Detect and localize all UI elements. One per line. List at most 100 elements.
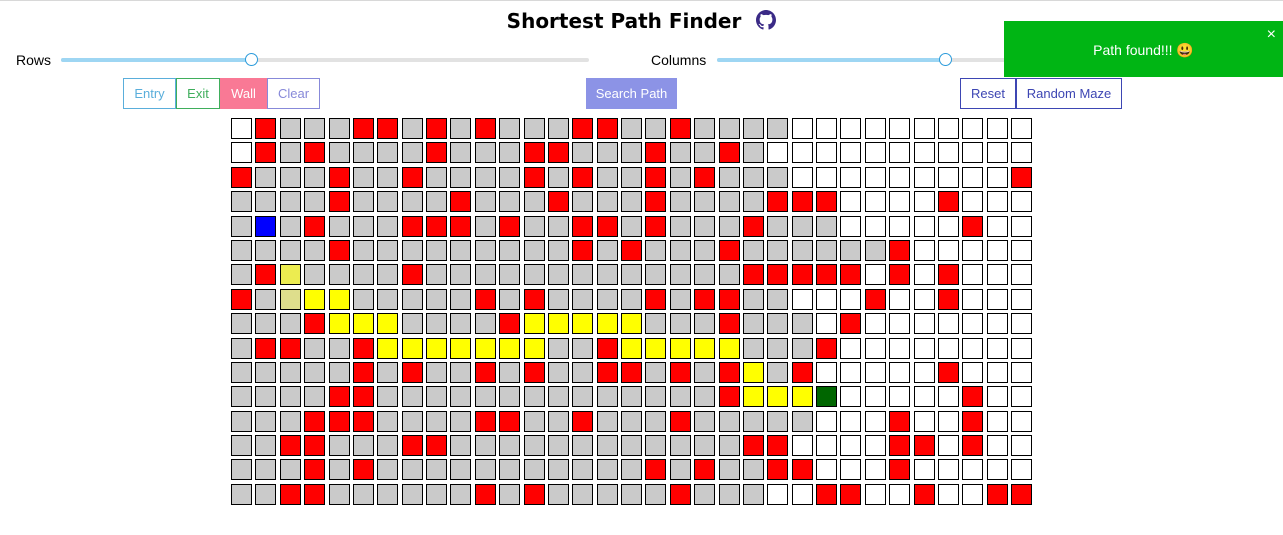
grid-cell-visited[interactable] [523, 264, 545, 286]
grid-cell-unvisited[interactable] [1011, 459, 1032, 481]
grid-cell-wall[interactable] [255, 264, 277, 286]
grid-cell-wall[interactable] [231, 288, 252, 310]
grid-cell-visited[interactable] [474, 264, 496, 286]
grid-cell-wall[interactable] [474, 288, 496, 310]
grid-cell-visited[interactable] [279, 361, 301, 383]
grid-cell-wall[interactable] [572, 239, 594, 261]
grid-cell-unvisited[interactable] [962, 191, 984, 213]
grid-cell-unvisited[interactable] [962, 288, 984, 310]
grid-cell-visited[interactable] [426, 288, 447, 310]
grid-cell-path[interactable] [304, 288, 326, 310]
grid-cell-visited[interactable] [572, 337, 594, 359]
grid-cell-unvisited[interactable] [986, 118, 1008, 139]
grid-cell-visited[interactable] [426, 459, 447, 481]
grid-cell-unvisited[interactable] [840, 191, 862, 213]
grid-cell-wall[interactable] [328, 191, 350, 213]
grid-cell-wall[interactable] [718, 386, 740, 408]
grid-cell-visited[interactable] [767, 239, 789, 261]
grid-cell-visited[interactable] [377, 264, 399, 286]
grid-cell-visited[interactable] [450, 288, 472, 310]
grid-cell-wall[interactable] [645, 215, 667, 237]
grid-cell-wall[interactable] [937, 264, 959, 286]
grid-cell-path[interactable] [328, 288, 350, 310]
grid-cell-unvisited[interactable] [889, 118, 911, 139]
grid-cell-unvisited[interactable] [791, 288, 813, 310]
grid-cell-visited[interactable] [328, 142, 350, 164]
grid-cell-path[interactable] [352, 313, 374, 335]
grid-cell-visited[interactable] [718, 264, 740, 286]
grid-cell-visited[interactable] [645, 361, 667, 383]
grid-cell-visited[interactable] [621, 435, 642, 457]
grid-cell-path[interactable] [523, 337, 545, 359]
grid-cell-wall[interactable] [474, 483, 496, 505]
grid-cell-visited[interactable] [328, 435, 350, 457]
grid-cell-unvisited[interactable] [937, 337, 959, 359]
grid-cell-visited[interactable] [377, 239, 399, 261]
grid-cell-visited[interactable] [279, 118, 301, 139]
grid-cell-path[interactable] [742, 361, 764, 383]
grid-cell-visited[interactable] [279, 386, 301, 408]
grid-cell-wall[interactable] [401, 361, 423, 383]
grid-cell-visited[interactable] [426, 264, 447, 286]
grid-cell-visited[interactable] [377, 191, 399, 213]
grid-cell-visited[interactable] [669, 313, 691, 335]
grid-cell-unvisited[interactable] [913, 239, 935, 261]
grid-cell-visited[interactable] [694, 361, 716, 383]
grid-cell-visited[interactable] [645, 386, 667, 408]
grid-cell-path[interactable] [377, 337, 399, 359]
grid-cell-wall[interactable] [279, 337, 301, 359]
grid-cell-unvisited[interactable] [864, 313, 886, 335]
grid-cell-unvisited[interactable] [1011, 239, 1032, 261]
grid-cell-visited[interactable] [572, 191, 594, 213]
grid-cell-wall[interactable] [474, 410, 496, 432]
grid-cell-unvisited[interactable] [986, 215, 1008, 237]
grid-cell-visited[interactable] [328, 361, 350, 383]
grid-cell-unvisited[interactable] [1011, 142, 1032, 164]
grid-cell-visited[interactable] [621, 166, 642, 188]
grid-cell-visited[interactable] [547, 118, 569, 139]
grid-cell-visited[interactable] [791, 239, 813, 261]
grid-cell-unvisited[interactable] [962, 313, 984, 335]
grid-cell-wall[interactable] [352, 118, 374, 139]
grid-cell-visited[interactable] [255, 410, 277, 432]
grid-cell-wall[interactable] [426, 435, 447, 457]
grid-cell-unvisited[interactable] [840, 361, 862, 383]
grid-cell-visited[interactable] [499, 239, 521, 261]
grid-cell-visited[interactable] [547, 435, 569, 457]
entry-mode-button[interactable]: Entry [123, 78, 176, 109]
grid-cell-visited[interactable] [499, 459, 521, 481]
grid-cell-wall[interactable] [450, 191, 472, 213]
grid-cell-visited[interactable] [450, 313, 472, 335]
grid-cell-visited[interactable] [231, 239, 252, 261]
grid-cell-wall[interactable] [889, 264, 911, 286]
grid-cell-unvisited[interactable] [937, 435, 959, 457]
grid-cell-visited[interactable] [474, 166, 496, 188]
grid-cell-wall[interactable] [669, 483, 691, 505]
grid-cell-visited[interactable] [328, 459, 350, 481]
grid-cell-visited[interactable] [523, 410, 545, 432]
grid-cell-wall[interactable] [572, 215, 594, 237]
grid-cell-visited[interactable] [523, 435, 545, 457]
grid-cell-wall[interactable] [352, 459, 374, 481]
grid-cell-visited[interactable] [621, 215, 642, 237]
grid-cell-visited[interactable] [401, 459, 423, 481]
grid-cell-visited[interactable] [621, 483, 642, 505]
grid-cell-visited[interactable] [669, 386, 691, 408]
clear-mode-button[interactable]: Clear [267, 78, 320, 109]
grid-cell-wall[interactable] [426, 142, 447, 164]
grid-cell-unvisited[interactable] [1011, 410, 1032, 432]
grid-cell-wall[interactable] [645, 288, 667, 310]
grid-cell-wall[interactable] [669, 410, 691, 432]
grid-cell-visited[interactable] [304, 337, 326, 359]
grid-cell-wall[interactable] [523, 483, 545, 505]
grid-cell-wall[interactable] [718, 288, 740, 310]
grid-cell-visited[interactable] [450, 410, 472, 432]
grid-cell-path[interactable] [547, 313, 569, 335]
grid-cell-visited[interactable] [621, 410, 642, 432]
grid-cell-unvisited[interactable] [840, 459, 862, 481]
grid-cell-visited[interactable] [450, 459, 472, 481]
grid-cell-wall[interactable] [742, 435, 764, 457]
grid-cell-unvisited[interactable] [913, 386, 935, 408]
grid-cell-visited[interactable] [279, 313, 301, 335]
grid-cell-visited[interactable] [669, 288, 691, 310]
